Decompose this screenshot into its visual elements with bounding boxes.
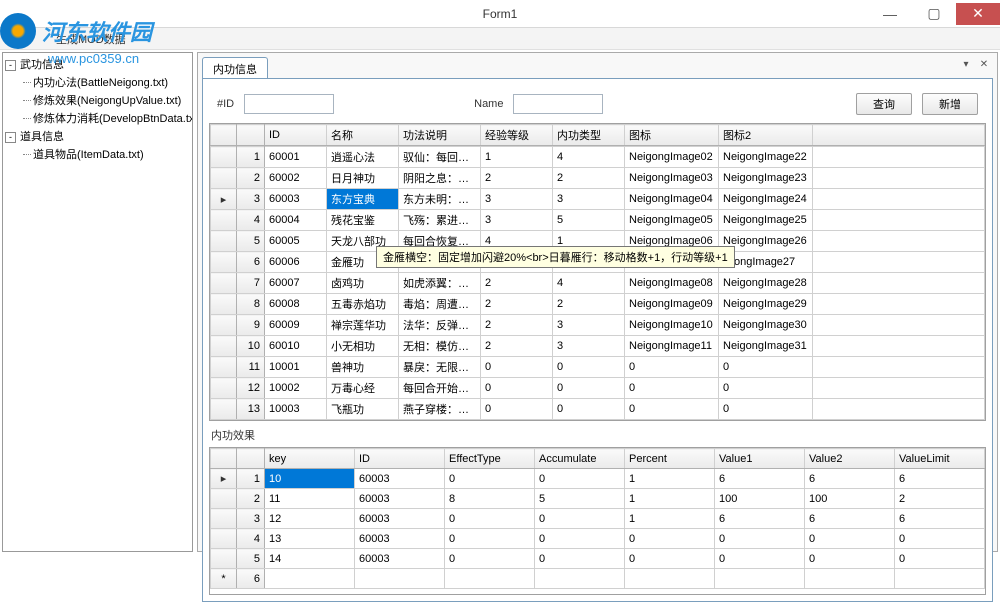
table-row[interactable]: 960009禅宗莲华功法华：反弹敌…23NeigongImage10Neigon… xyxy=(211,315,985,336)
content-panel: 内功信息 ▾ ✕ #ID Name 查询 新增 xyxy=(197,52,998,552)
col-desc[interactable]: 功法说明 xyxy=(399,125,481,146)
new-button[interactable]: 新增 xyxy=(922,93,978,115)
maximize-button[interactable]: ▢ xyxy=(912,3,956,25)
col-key[interactable]: key xyxy=(265,449,355,469)
tree-leaf-upvalue[interactable]: 修炼效果(NeigongUpValue.txt) xyxy=(19,91,190,109)
table-row[interactable]: 1110001兽神功暴戾：无限反…0000 xyxy=(211,357,985,378)
table-row[interactable]: 860008五毒赤焰功毒焰：周遭两…22NeigongImage09Neigon… xyxy=(211,294,985,315)
col-icon[interactable]: 图标 xyxy=(625,125,719,146)
tabbar: 内功信息 ▾ ✕ xyxy=(202,57,993,79)
tree-leaf-neigong[interactable]: 内功心法(BattleNeigong.txt) xyxy=(19,73,190,91)
tree-node-daoju[interactable]: -道具信息 xyxy=(5,127,190,145)
col-level[interactable]: 经验等级 xyxy=(481,125,553,146)
col-value2[interactable]: Value2 xyxy=(805,449,895,469)
tree-leaf-itemdata[interactable]: 道具物品(ItemData.txt) xyxy=(19,145,190,163)
name-label: Name xyxy=(474,98,503,110)
menubar: 文件 生成MOD数据 xyxy=(0,28,1000,50)
table-row[interactable]: 51460003000000 xyxy=(211,549,985,569)
col-valuelimit[interactable]: ValueLimit xyxy=(895,449,985,469)
query-button[interactable]: 查询 xyxy=(856,93,912,115)
table-row[interactable]: 31260003001666 xyxy=(211,509,985,529)
name-input[interactable] xyxy=(513,94,603,114)
table-row[interactable]: 460004残花宝鉴飞殇：累进闪…35NeigongImage05Neigong… xyxy=(211,210,985,231)
col-id[interactable]: ID xyxy=(355,449,445,469)
tree-toggle-icon[interactable]: - xyxy=(5,132,16,143)
table-row[interactable]: ▸360003东方宝典东方未明：每…33NeigongImage04Neigon… xyxy=(211,189,985,210)
close-button[interactable]: ✕ xyxy=(956,3,1000,25)
table-row[interactable]: ▸11060003001666 xyxy=(211,469,985,489)
col-type[interactable]: 内功类型 xyxy=(553,125,625,146)
table-row[interactable]: 211600038511001002 xyxy=(211,489,985,509)
titlebar: Form1 — ▢ ✕ xyxy=(0,0,1000,28)
col-accumulate[interactable]: Accumulate xyxy=(535,449,625,469)
col-name[interactable]: 名称 xyxy=(327,125,399,146)
window-title: Form1 xyxy=(483,7,518,21)
col-value1[interactable]: Value1 xyxy=(715,449,805,469)
effect-section-label: 内功效果 xyxy=(211,427,986,443)
effect-grid[interactable]: key ID EffectType Accumulate Percent Val… xyxy=(209,447,986,595)
menu-generate-mod[interactable]: 生成MOD数据 xyxy=(50,29,132,49)
tab-neigong-info[interactable]: 内功信息 xyxy=(202,57,268,78)
minimize-button[interactable]: — xyxy=(868,3,912,25)
tooltip: 金雁横空：固定增加闪避20%<br>日暮雁行：移动格数+1，行动等级+1 xyxy=(376,246,735,268)
new-row[interactable]: *6 xyxy=(211,569,985,589)
table-row[interactable]: 160001逍遥心法驭仙：每回合…14NeigongImage02Neigong… xyxy=(211,147,985,168)
tree-node-wugong[interactable]: -武功信息 xyxy=(5,55,190,73)
table-row[interactable]: 1210002万毒心经每回合开始时…0000 xyxy=(211,378,985,399)
tree-leaf-develop[interactable]: 修炼体力消耗(DevelopBtnData.txt) xyxy=(19,109,190,127)
col-percent[interactable]: Percent xyxy=(625,449,715,469)
tab-close-icon[interactable]: ✕ xyxy=(977,57,991,71)
main-grid[interactable]: ID 名称 功法说明 经验等级 内功类型 图标 图标2 160001逍遥心法驭仙… xyxy=(209,123,986,421)
tab-content: #ID Name 查询 新增 ID 名称 功法说明 经验等级 内 xyxy=(202,79,993,602)
col-id[interactable]: ID xyxy=(265,125,327,146)
id-input[interactable] xyxy=(244,94,334,114)
col-effecttype[interactable]: EffectType xyxy=(445,449,535,469)
tree-toggle-icon[interactable]: - xyxy=(5,60,16,71)
table-row[interactable]: 1310003飞瓶功燕子穿楼：累…0000 xyxy=(211,399,985,420)
menu-file[interactable]: 文件 xyxy=(4,29,38,49)
col-icon2[interactable]: 图标2 xyxy=(719,125,813,146)
search-row: #ID Name 查询 新增 xyxy=(209,85,986,123)
table-row[interactable]: 1060010小无相功无相：模仿敌…23NeigongImage11Neigon… xyxy=(211,336,985,357)
tab-dropdown-icon[interactable]: ▾ xyxy=(959,57,973,71)
id-label: #ID xyxy=(217,98,234,110)
table-row[interactable]: 260002日月神功阴阳之息：累…22NeigongImage03Neigong… xyxy=(211,168,985,189)
table-row[interactable]: 760007卤鸡功如虎添翼：大…24NeigongImage08NeigongI… xyxy=(211,273,985,294)
tree-panel: -武功信息 内功心法(BattleNeigong.txt) 修炼效果(Neigo… xyxy=(2,52,193,552)
table-row[interactable]: 41360003000000 xyxy=(211,529,985,549)
